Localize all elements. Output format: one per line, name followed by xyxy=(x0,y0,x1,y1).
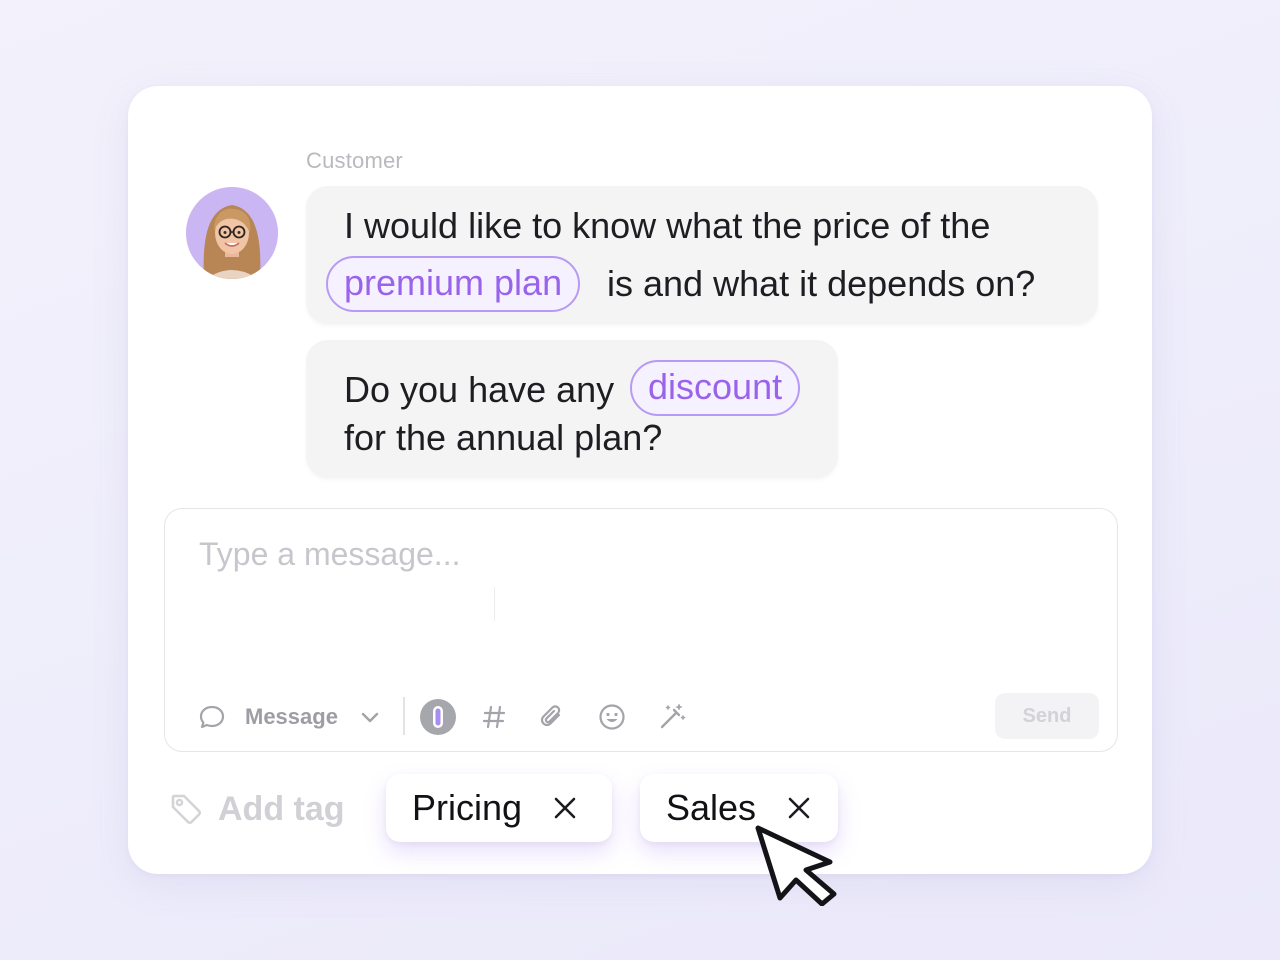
ai-assistant-icon[interactable] xyxy=(419,695,457,739)
message-composer: Message xyxy=(164,508,1118,752)
tag-label: Sales xyxy=(666,787,757,828)
add-tag-label: Add tag xyxy=(218,789,345,828)
message-bubble: Do you have any discount for the annual … xyxy=(306,340,838,478)
composer-toolbar: Message xyxy=(197,695,1087,739)
add-tag-button[interactable]: Add tag xyxy=(168,786,345,832)
paperclip-icon[interactable] xyxy=(535,695,569,739)
magic-wand-icon[interactable] xyxy=(655,695,689,739)
message-text: I would like to know what the price of t… xyxy=(344,205,991,246)
sender-label: Customer xyxy=(306,148,403,173)
message-bubble-icon[interactable] xyxy=(197,695,227,739)
mouse-pointer-icon xyxy=(755,825,837,906)
avatar-portrait xyxy=(186,187,278,279)
highlight-chip-discount[interactable]: discount xyxy=(630,360,801,416)
text-caret xyxy=(494,587,495,621)
message-input[interactable] xyxy=(197,533,1081,575)
send-button[interactable]: Send xyxy=(995,693,1099,739)
tag-chip-pricing[interactable]: Pricing xyxy=(386,774,612,842)
remove-tag-icon[interactable] xyxy=(786,795,812,821)
emoji-icon[interactable] xyxy=(595,695,629,739)
message-text: is and what it depends on? xyxy=(607,263,1036,304)
message-text: Do you have any xyxy=(344,369,615,410)
remove-tag-icon[interactable] xyxy=(552,795,578,821)
highlight-chip-premium-plan[interactable]: premium plan xyxy=(326,256,581,312)
toolbar-divider xyxy=(403,697,405,735)
hashtag-icon[interactable] xyxy=(477,695,511,739)
customer-avatar[interactable] xyxy=(186,187,278,279)
tag-label: Pricing xyxy=(412,787,523,828)
message-mode-label[interactable]: Message xyxy=(245,695,349,739)
chat-card: Customer I would like to know what the p… xyxy=(128,86,1152,874)
message-text: for the annual plan? xyxy=(344,417,663,458)
message-bubble: I would like to know what the price of t… xyxy=(306,186,1098,324)
chevron-down-icon[interactable] xyxy=(355,695,385,739)
tag-icon xyxy=(171,794,202,825)
